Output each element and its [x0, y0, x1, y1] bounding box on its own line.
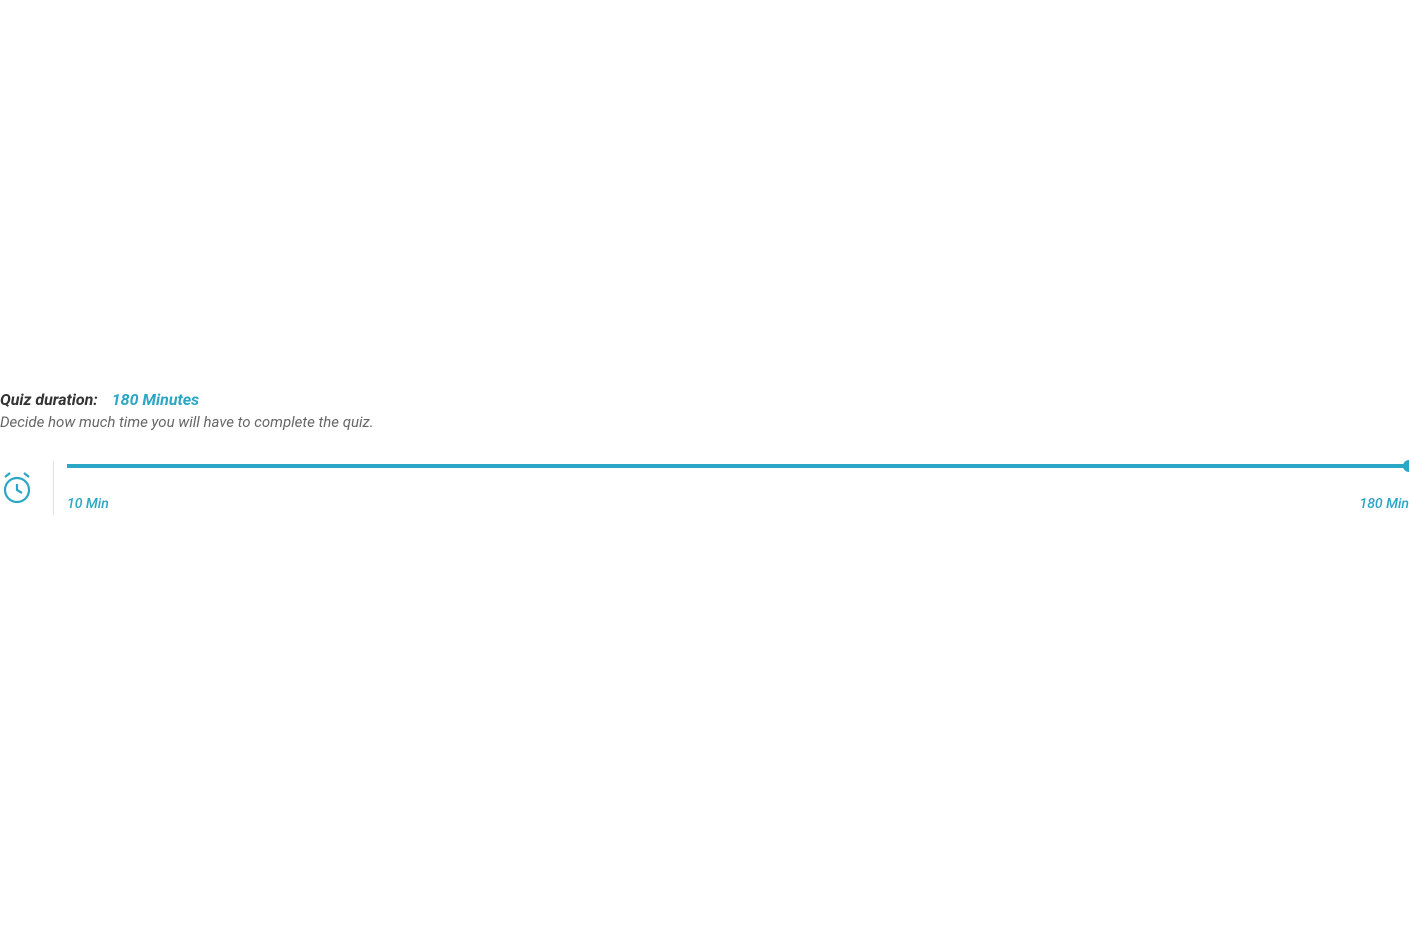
quiz-duration-section: Quiz duration: 180 Minutes Decide how mu… — [0, 390, 1409, 515]
duration-description: Decide how much time you will have to co… — [0, 413, 1409, 431]
vertical-divider — [53, 461, 54, 515]
slider-min-label: 10 Min — [67, 496, 109, 512]
slider-thumb[interactable] — [1403, 460, 1409, 472]
duration-slider-container: 10 Min 180 Min — [67, 464, 1409, 512]
duration-slider[interactable] — [67, 464, 1409, 468]
slider-max-label: 180 Min — [1360, 496, 1409, 512]
duration-header: Quiz duration: 180 Minutes — [0, 390, 1409, 409]
slider-row: 10 Min 180 Min — [0, 461, 1409, 515]
alarm-clock-icon — [0, 471, 34, 505]
duration-label: Quiz duration: — [0, 390, 98, 409]
slider-labels: 10 Min 180 Min — [67, 496, 1409, 512]
duration-value: 180 Minutes — [112, 390, 199, 409]
